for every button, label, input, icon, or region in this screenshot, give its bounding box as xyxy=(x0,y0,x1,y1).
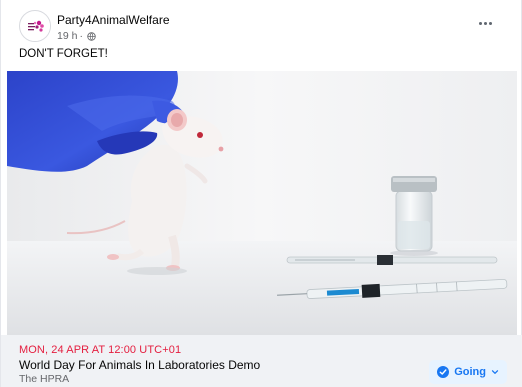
chevron-down-icon xyxy=(491,370,499,374)
event-info-bar[interactable]: MON, 24 APR AT 12:00 UTC+01 World Day Fo… xyxy=(1,335,522,387)
post-time[interactable]: 19 h xyxy=(57,30,77,42)
more-options-icon[interactable] xyxy=(475,15,495,31)
globe-icon xyxy=(87,31,96,41)
page-name-link[interactable]: Party4AnimalWelfare xyxy=(57,13,170,27)
post-meta: 19 h · xyxy=(57,30,96,42)
meta-separator: · xyxy=(79,30,83,42)
page-avatar[interactable] xyxy=(19,10,51,42)
event-title[interactable]: World Day For Animals In Laboratories De… xyxy=(19,358,260,372)
event-host: The HPRA xyxy=(19,373,70,385)
going-label: Going xyxy=(454,366,486,378)
event-date: MON, 24 APR AT 12:00 UTC+01 xyxy=(19,344,182,356)
event-cover-photo[interactable] xyxy=(7,71,517,335)
check-circle-icon xyxy=(437,366,450,378)
party-logo-icon xyxy=(21,12,50,41)
feed-post: Party4AnimalWelfare 19 h · DON'T FORGET! xyxy=(0,0,522,387)
lab-mouse-image xyxy=(7,71,517,335)
going-button[interactable]: Going xyxy=(429,360,507,384)
post-caption: DON'T FORGET! xyxy=(19,48,108,60)
post-header: Party4AnimalWelfare 19 h · xyxy=(19,10,509,44)
